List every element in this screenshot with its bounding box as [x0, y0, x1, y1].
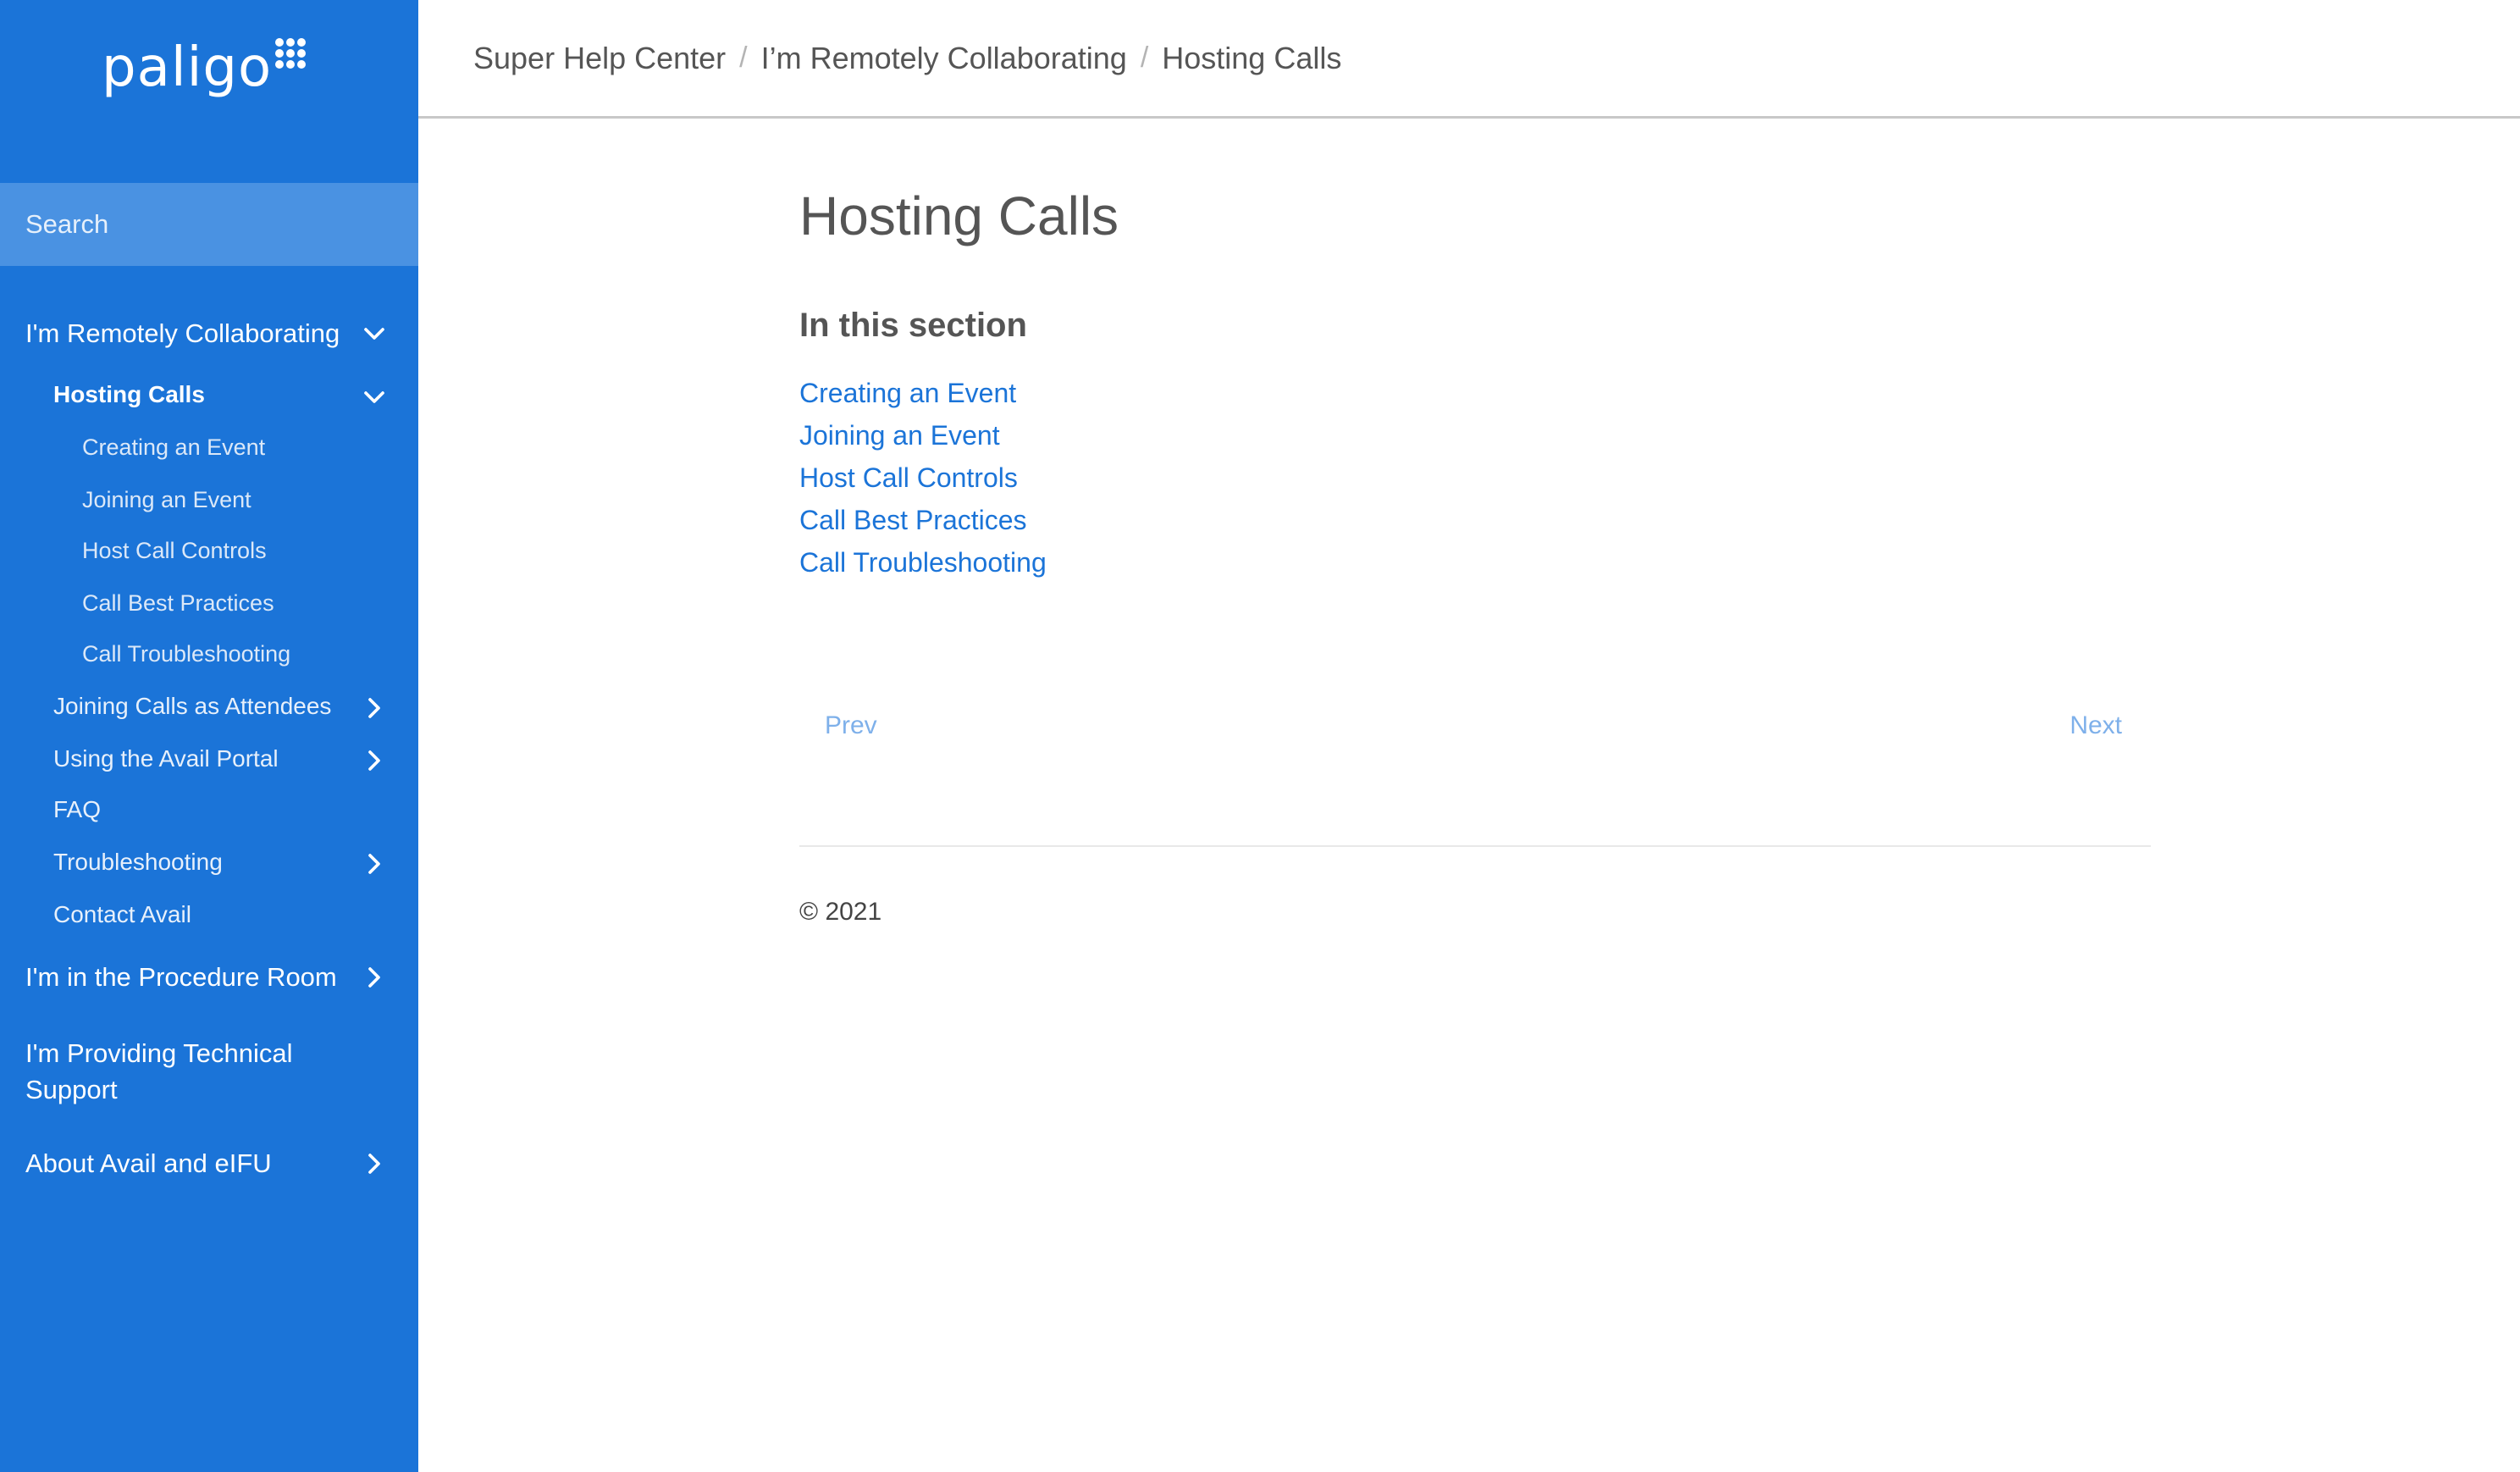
section-links: Creating an Event Joining an Event Host …: [799, 376, 1047, 588]
sidebar-item-call-best-practices[interactable]: Call Best Practices: [0, 586, 418, 620]
paligo-logo[interactable]: paligo: [102, 34, 307, 102]
chevron-down-icon[interactable]: [357, 317, 391, 351]
sidebar-item-using-the-avail-portal[interactable]: Using the Avail Portal: [0, 742, 418, 776]
next-link[interactable]: Next: [2070, 711, 2122, 740]
sidebar-item-about-avail-eifu[interactable]: About Avail and eIFU: [0, 1145, 418, 1182]
sidebar-item-label: FAQ: [53, 796, 102, 822]
chevron-right-icon[interactable]: [357, 847, 391, 881]
copyright: © 2021: [799, 898, 882, 926]
pager: Prev Next: [799, 711, 2151, 749]
breadcrumb-item-remotely-collaborating[interactable]: I’m Remotely Collaborating: [761, 41, 1127, 76]
section-heading: In this section: [799, 307, 1027, 344]
sidebar-item-technical-support[interactable]: I'm Providing Technical Support: [0, 1035, 418, 1110]
sidebar-item-faq[interactable]: FAQ: [0, 793, 418, 827]
chevron-down-icon[interactable]: [357, 380, 391, 414]
section-link-creating-an-event[interactable]: Creating an Event: [799, 376, 1047, 418]
breadcrumb: Super Help Center / I’m Remotely Collabo…: [418, 0, 2520, 119]
prev-link[interactable]: Prev: [825, 711, 877, 740]
breadcrumb-item-current: Hosting Calls: [1162, 40, 1342, 75]
sidebar-item-label: Host Call Controls: [82, 537, 267, 563]
sidebar-item-call-troubleshooting[interactable]: Call Troubleshooting: [0, 637, 418, 671]
breadcrumb-item-super-help-center[interactable]: Super Help Center: [473, 41, 726, 76]
sidebar-item-remotely-collaborating[interactable]: I'm Remotely Collaborating: [0, 315, 418, 352]
sidebar-item-label: Contact Avail: [53, 901, 191, 927]
sidebar-item-hosting-calls[interactable]: Hosting Calls: [0, 378, 418, 412]
chevron-right-icon[interactable]: [357, 960, 391, 994]
section-link-joining-an-event[interactable]: Joining an Event: [799, 418, 1047, 461]
logo-dots-icon: [275, 38, 307, 69]
chevron-right-icon[interactable]: [357, 744, 391, 778]
search-box: [0, 183, 418, 266]
sidebar-item-label: Call Troubleshooting: [82, 640, 291, 667]
sidebar-item-host-call-controls[interactable]: Host Call Controls: [0, 534, 418, 567]
chevron-right-icon[interactable]: [357, 1147, 391, 1181]
breadcrumb-separator: /: [1140, 42, 1149, 74]
sidebar-item-label-line2: Support: [25, 1075, 118, 1104]
search-input[interactable]: [0, 183, 418, 266]
sidebar-item-procedure-room[interactable]: I'm in the Procedure Room: [0, 959, 418, 996]
section-link-call-troubleshooting[interactable]: Call Troubleshooting: [799, 545, 1047, 588]
sidebar: paligo I'm Remotely Collaborating Hostin…: [0, 0, 418, 1472]
sidebar-item-troubleshooting[interactable]: Troubleshooting: [0, 845, 418, 879]
sidebar-item-creating-an-event[interactable]: Creating an Event: [0, 430, 418, 464]
sidebar-item-label: Call Best Practices: [82, 589, 274, 616]
sidebar-item-label: I'm Providing Technical Support: [25, 1035, 418, 1108]
footer-divider: [799, 845, 2151, 847]
section-link-call-best-practices[interactable]: Call Best Practices: [799, 503, 1047, 545]
chevron-right-icon[interactable]: [357, 691, 391, 725]
sidebar-item-joining-an-event[interactable]: Joining an Event: [0, 483, 418, 517]
breadcrumb-separator: /: [739, 42, 748, 74]
sidebar-item-label: Joining an Event: [82, 486, 251, 512]
sidebar-item-contact-avail[interactable]: Contact Avail: [0, 898, 418, 932]
sidebar-item-joining-calls-as-attendees[interactable]: Joining Calls as Attendees: [0, 689, 418, 723]
sidebar-item-label-line1: I'm Providing Technical: [25, 1038, 293, 1068]
sidebar-item-label: Creating an Event: [82, 434, 266, 460]
logo-text: paligo: [102, 36, 273, 99]
page-title: Hosting Calls: [799, 185, 1119, 246]
section-link-host-call-controls[interactable]: Host Call Controls: [799, 461, 1047, 503]
